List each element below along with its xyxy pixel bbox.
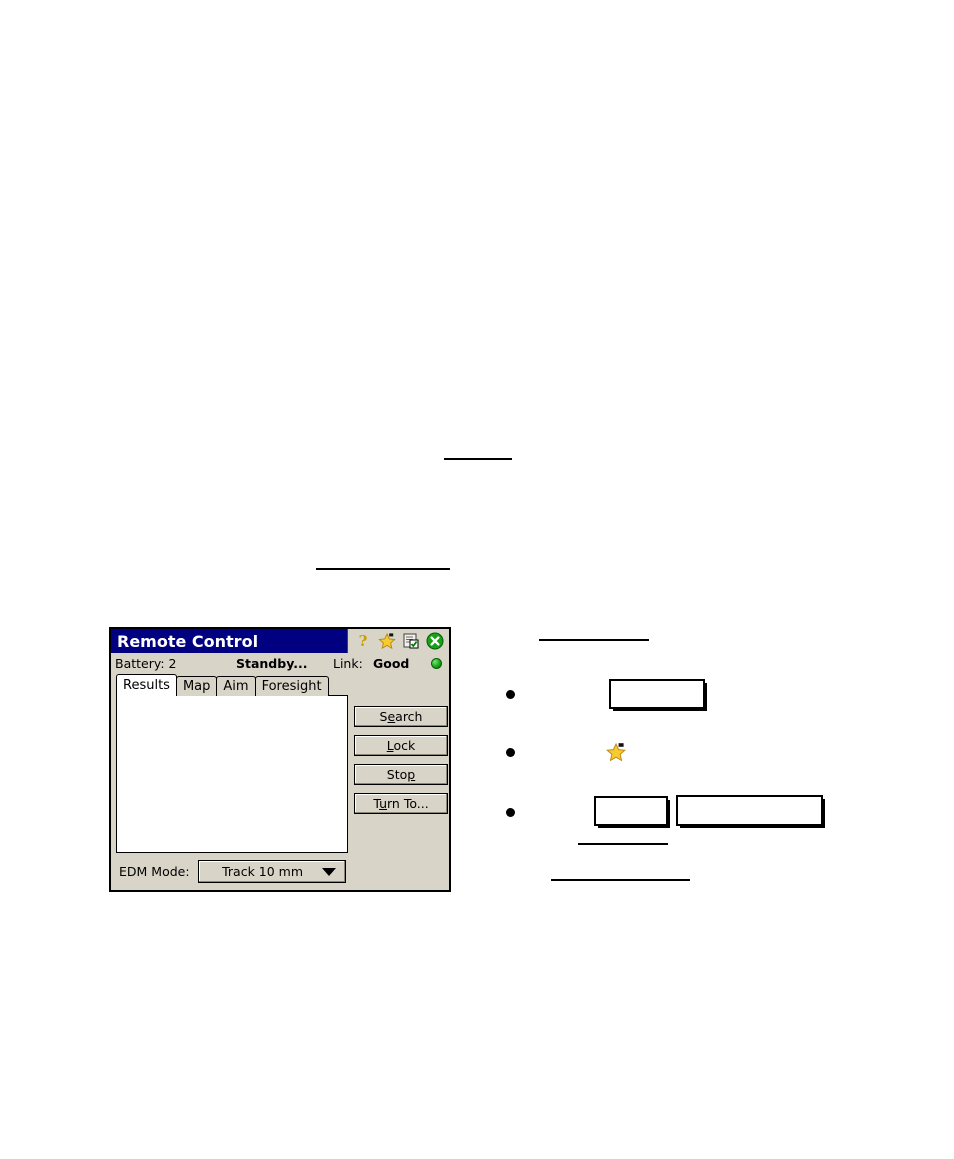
- redacted-box: [609, 679, 705, 709]
- list-bullet: [506, 808, 515, 817]
- instrument-state: Standby...: [236, 655, 308, 671]
- window-titlebar: Remote Control ?: [111, 629, 449, 653]
- battery-status: Battery: 2: [115, 655, 177, 671]
- results-panel: [116, 695, 348, 853]
- redacted-rule: [578, 843, 668, 845]
- edm-mode-select[interactable]: Track 10 mm: [197, 860, 346, 883]
- link-label: Link:: [333, 655, 363, 671]
- help-icon[interactable]: ?: [354, 632, 372, 650]
- tab-results[interactable]: Results: [116, 674, 177, 696]
- edm-mode-label: EDM Mode:: [119, 864, 190, 879]
- lock-button-label: Lock: [386, 738, 416, 753]
- link-value: Good: [373, 655, 410, 671]
- chevron-down-icon: [321, 867, 336, 876]
- search-button[interactable]: Search: [354, 706, 448, 727]
- list-bullet: [506, 690, 515, 699]
- command-button-column: Search Lock Stop Turn To...: [354, 706, 448, 814]
- stop-button[interactable]: Stop: [354, 764, 448, 785]
- stop-button-label: Stop: [386, 767, 416, 782]
- svg-text:?: ?: [359, 632, 368, 650]
- edm-mode-row: EDM Mode: Track 10 mm: [119, 860, 346, 883]
- remote-control-window: Remote Control ? Battery: 2 Standby... L…: [109, 627, 451, 892]
- turn-to-button-label: Turn To...: [373, 796, 429, 811]
- lock-button[interactable]: Lock: [354, 735, 448, 756]
- tab-strip: Results Map Aim Foresight: [116, 674, 329, 696]
- redacted-box: [594, 796, 668, 826]
- turn-to-button[interactable]: Turn To...: [354, 793, 448, 814]
- window-title: Remote Control: [117, 631, 259, 651]
- star-icon[interactable]: [378, 632, 396, 650]
- redacted-rule: [539, 639, 649, 641]
- redacted-rule: [551, 879, 690, 881]
- titlebar-icon-group: ?: [347, 629, 449, 653]
- status-bar: Battery: 2 Standby... Link: Good: [111, 653, 449, 673]
- tab-map[interactable]: Map: [175, 676, 218, 696]
- star-icon: [605, 741, 627, 763]
- tab-aim[interactable]: Aim: [216, 676, 256, 696]
- list-bullet: [506, 748, 515, 757]
- tab-foresight[interactable]: Foresight: [254, 676, 329, 696]
- task-list-icon[interactable]: [402, 632, 420, 650]
- link-status-led: [431, 658, 442, 669]
- redacted-rule: [444, 458, 512, 460]
- redacted-box: [676, 795, 823, 826]
- search-button-label: Search: [379, 709, 423, 724]
- close-icon[interactable]: [426, 632, 444, 650]
- redacted-rule: [316, 568, 450, 570]
